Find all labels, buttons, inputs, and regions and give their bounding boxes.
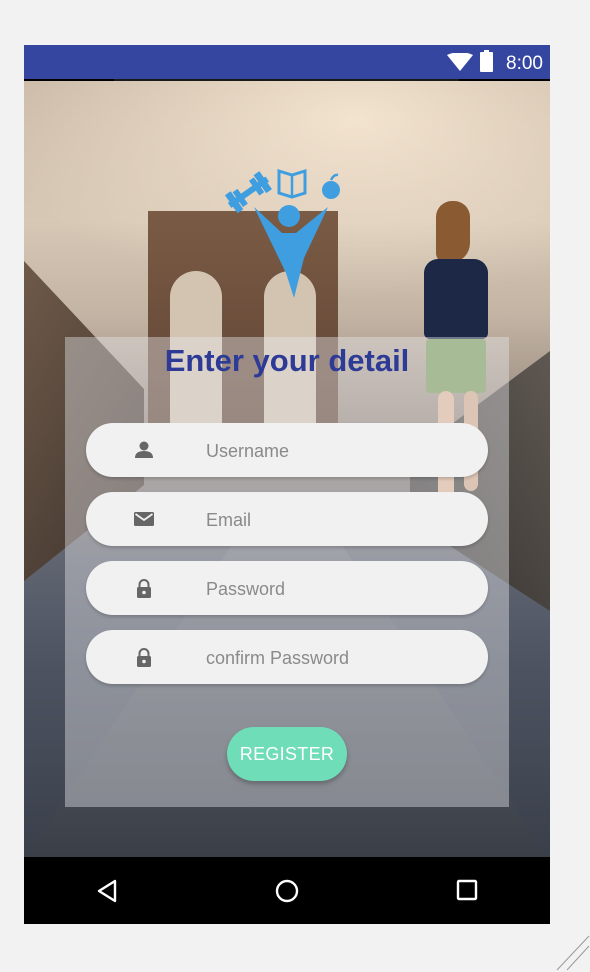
register-button[interactable]: REGISTER	[227, 727, 347, 781]
password-input[interactable]	[204, 561, 478, 617]
password-field[interactable]	[86, 561, 488, 617]
home-icon[interactable]	[275, 879, 299, 903]
confirm-password-input[interactable]	[204, 630, 478, 686]
page-title: Enter your detail	[164, 343, 410, 378]
confirm-password-field[interactable]	[86, 630, 488, 686]
username-input[interactable]	[204, 423, 478, 479]
back-icon[interactable]	[96, 879, 118, 903]
username-field[interactable]	[86, 423, 488, 479]
lock-icon	[137, 579, 151, 598]
person-icon	[135, 441, 153, 458]
registration-panel: Enter your detail Username Email REGISTE…	[65, 337, 509, 807]
email-input[interactable]	[204, 492, 478, 548]
phone-screen: 8:00 Enter your detail Username Email RE…	[24, 45, 550, 924]
battery-icon	[480, 50, 493, 72]
lock-icon	[137, 648, 151, 667]
app-logo	[224, 168, 340, 298]
background-photo: Enter your detail Username Email REGISTE…	[24, 81, 550, 857]
navigation-bar	[24, 857, 550, 924]
wifi-icon	[447, 53, 473, 71]
status-bar: 8:00	[24, 45, 550, 79]
email-field[interactable]	[86, 492, 488, 548]
resize-handle-icon	[556, 935, 590, 971]
email-icon	[134, 512, 154, 526]
recents-icon[interactable]	[456, 879, 478, 901]
status-time: 8:00	[506, 53, 543, 74]
